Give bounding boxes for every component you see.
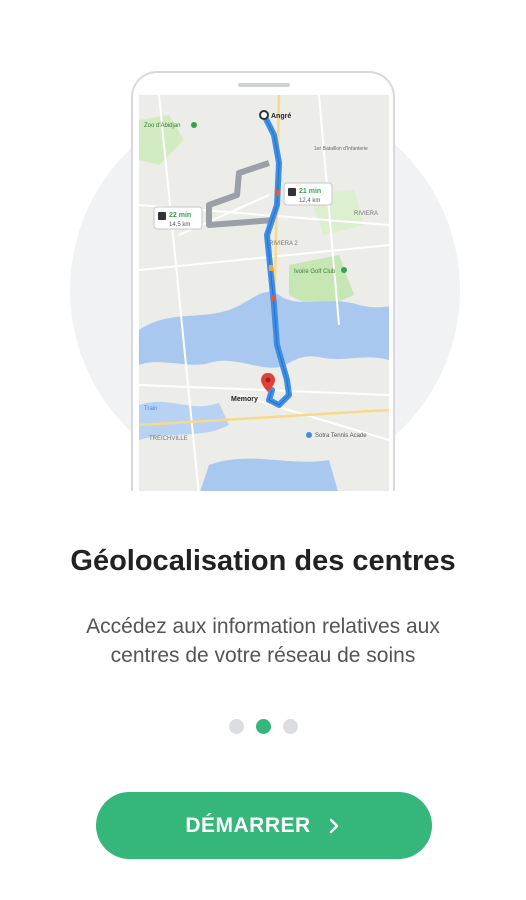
map-place-treichville: TREICHVILLE — [149, 436, 188, 442]
page-dot-1[interactable] — [228, 719, 244, 734]
route-main-distance: 12,4 km — [299, 198, 320, 204]
page-dot-2[interactable] — [255, 719, 271, 734]
map-place-tennis: Sotra Tennis Acade — [315, 433, 367, 439]
map-place-zoo: Zoo d'Abidjan — [144, 123, 181, 129]
map-illustration: Angré 21 min 12,4 km 22 min 14,5 km Memo… — [139, 95, 389, 491]
map-place-battalion: 1er Bataillon d'Infanterie — [314, 146, 368, 152]
chevron-right-icon — [329, 818, 338, 833]
map-place-train: Train — [144, 406, 157, 412]
start-button[interactable]: DÉMARRER — [96, 792, 432, 859]
onboarding-title: Géolocalisation des centres — [70, 545, 456, 577]
map-destination-label: Memory — [231, 396, 258, 403]
phone-speaker — [238, 83, 290, 87]
map-place-riviera2: RIVIERA 2 — [269, 241, 298, 247]
onboarding-subtitle: Accédez aux information relatives aux ce… — [86, 615, 440, 667]
route-main-time: 21 min — [299, 188, 321, 195]
phone-illustration: Angré 21 min 12,4 km 22 min 14,5 km Memo… — [131, 71, 395, 491]
map-origin-label: Angré — [271, 113, 291, 120]
page-indicator — [0, 719, 526, 735]
map-place-riviera: RIVIERA — [354, 211, 378, 217]
onboarding-screen: Angré 21 min 12,4 km 22 min 14,5 km Memo… — [0, 0, 526, 900]
route-alt-time: 22 min — [169, 212, 191, 219]
page-dot-3[interactable] — [282, 719, 298, 734]
start-button-label: DÉMARRER — [185, 813, 311, 837]
route-alt-distance: 14,5 km — [169, 222, 190, 228]
map-svg: Angré 21 min 12,4 km 22 min 14,5 km Memo… — [139, 95, 389, 491]
map-place-golf: Ivoire Golf Club — [294, 269, 336, 275]
